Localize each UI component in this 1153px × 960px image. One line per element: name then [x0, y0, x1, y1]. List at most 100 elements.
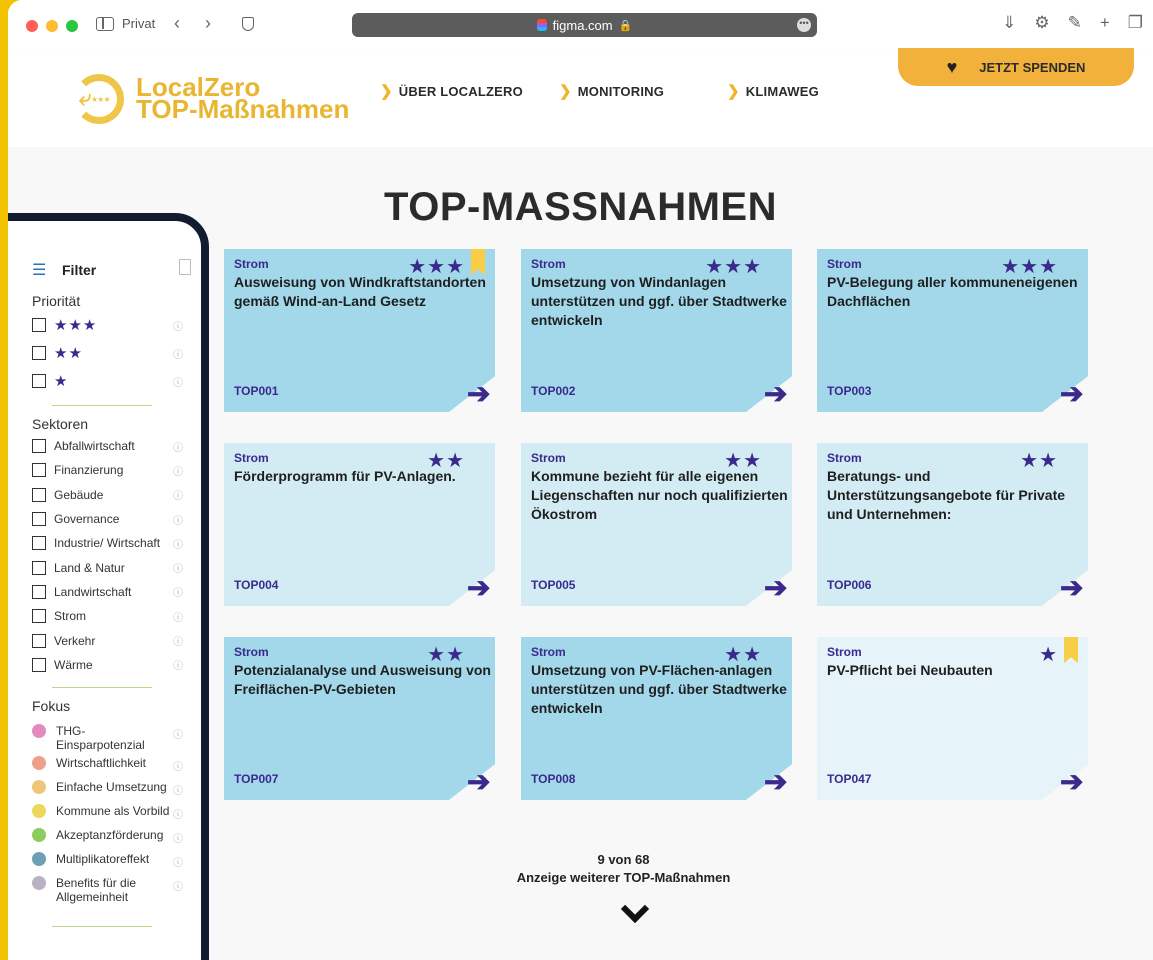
back-icon[interactable]: ‹ — [174, 13, 180, 34]
checkbox[interactable] — [32, 439, 46, 454]
sector-option[interactable]: Governance ⓘ — [32, 507, 201, 531]
info-icon[interactable]: ⓘ — [173, 439, 183, 454]
checkbox[interactable] — [32, 584, 46, 599]
info-icon[interactable]: ⓘ — [173, 584, 183, 599]
trash-icon[interactable] — [179, 259, 191, 275]
sector-option[interactable]: Abfallwirtschaft ⓘ — [32, 434, 201, 458]
sector-option[interactable]: Strom ⓘ — [32, 604, 201, 628]
focus-color-dot[interactable] — [32, 755, 46, 770]
priority-option[interactable]: ★★★ ⓘ — [32, 311, 201, 339]
focus-color-dot[interactable] — [32, 851, 46, 866]
maximize-window-button[interactable] — [66, 20, 78, 32]
bookmark-icon[interactable] — [471, 249, 485, 275]
priority-option[interactable]: ★★ ⓘ — [32, 339, 201, 367]
bookmark-icon[interactable] — [1064, 637, 1078, 663]
info-icon[interactable]: ⓘ — [173, 560, 183, 575]
nav-link-monitoring[interactable]: ❯ MONITORING — [559, 82, 664, 100]
focus-option[interactable]: Benefits für die Allgemeinheit ⓘ — [32, 872, 201, 904]
address-bar[interactable]: figma.com 🔒 ••• — [352, 13, 817, 37]
measure-card[interactable]: Strom Beratungs- und Unterstützungsangebo… — [817, 443, 1088, 606]
sidebar-toggle-icon[interactable] — [96, 17, 114, 31]
checkbox[interactable] — [32, 633, 46, 648]
info-icon[interactable]: ⓘ — [173, 536, 183, 551]
privacy-shield-icon[interactable] — [242, 17, 254, 31]
arrow-right-icon[interactable]: ➔ — [1060, 765, 1083, 798]
measure-card[interactable]: Strom PV-Pflicht bei Neubauten TOP047 ★ — [817, 637, 1088, 800]
checkbox[interactable] — [32, 657, 46, 672]
sector-option[interactable]: Finanzierung ⓘ — [32, 458, 201, 482]
arrow-right-icon[interactable]: ➔ — [1060, 377, 1083, 410]
measure-card[interactable]: Strom Umsetzung von PV-Flächen-anlagen un… — [521, 637, 792, 800]
minimize-window-button[interactable] — [46, 20, 58, 32]
focus-option[interactable]: Akzeptanzförderung ⓘ — [32, 824, 201, 848]
arrow-right-icon[interactable]: ➔ — [764, 377, 787, 410]
new-tab-plus-icon[interactable]: + — [1100, 13, 1110, 33]
focus-option[interactable]: Wirtschaftlichkeit ⓘ — [32, 752, 201, 776]
profile-label[interactable]: Privat — [122, 16, 155, 31]
focus-option[interactable]: Multiplikatoreffekt ⓘ — [32, 848, 201, 872]
checkbox[interactable] — [32, 463, 46, 478]
measure-card[interactable]: Strom Potenzialanalyse und Ausweisung von… — [224, 637, 495, 800]
info-icon[interactable]: ⓘ — [173, 512, 183, 527]
focus-color-dot[interactable] — [32, 827, 46, 842]
info-icon[interactable]: ⓘ — [173, 318, 183, 333]
settings-gear-icon[interactable]: ⚙ — [1034, 13, 1049, 33]
info-icon[interactable]: ⓘ — [173, 830, 183, 845]
info-icon[interactable]: ⓘ — [173, 878, 183, 893]
focus-color-dot[interactable] — [32, 875, 46, 890]
donate-button[interactable]: ♥ JETZT SPENDEN — [898, 48, 1134, 86]
arrow-right-icon[interactable]: ➔ — [764, 571, 787, 604]
checkbox[interactable] — [32, 346, 46, 360]
checkbox[interactable] — [32, 560, 46, 575]
close-window-button[interactable] — [26, 20, 38, 32]
info-icon[interactable]: ⓘ — [173, 346, 183, 361]
sector-option[interactable]: Gebäude ⓘ — [32, 483, 201, 507]
checkbox[interactable] — [32, 487, 46, 502]
logo-text[interactable]: LocalZero TOP-Maßnahmen — [136, 74, 349, 122]
checkbox[interactable] — [32, 374, 46, 388]
info-icon[interactable]: ⓘ — [173, 726, 183, 741]
focus-option[interactable]: Einfache Umsetzung ⓘ — [32, 776, 201, 800]
info-icon[interactable]: ⓘ — [173, 463, 183, 478]
focus-color-dot[interactable] — [32, 803, 46, 818]
checkbox[interactable] — [32, 536, 46, 551]
arrow-right-icon[interactable]: ➔ — [1060, 571, 1083, 604]
sector-option[interactable]: Wärme ⓘ — [32, 653, 201, 677]
localzero-logo-icon[interactable]: ⤶ ★★★ — [74, 74, 124, 124]
measure-card[interactable]: Strom Kommune bezieht für alle eigenen Li… — [521, 443, 792, 606]
info-icon[interactable]: ⓘ — [173, 374, 183, 389]
sector-option[interactable]: Verkehr ⓘ — [32, 628, 201, 652]
measure-card[interactable]: Strom PV-Belegung aller kommuneneigenen D… — [817, 249, 1088, 412]
info-icon[interactable]: ⓘ — [173, 633, 183, 648]
sector-option[interactable]: Landwirtschaft ⓘ — [32, 580, 201, 604]
priority-option[interactable]: ★ ⓘ — [32, 367, 201, 395]
checkbox[interactable] — [32, 318, 46, 332]
sector-option[interactable]: Industrie/ Wirtschaft ⓘ — [32, 531, 201, 555]
focus-color-dot[interactable] — [32, 779, 46, 794]
checkbox[interactable] — [32, 609, 46, 624]
measure-card[interactable]: Strom Umsetzung von Windanlagen unterstüt… — [521, 249, 792, 412]
info-icon[interactable]: ⓘ — [173, 758, 183, 773]
nav-link-about[interactable]: ❯ ÜBER LOCALZERO — [380, 82, 523, 100]
arrow-right-icon[interactable]: ➔ — [467, 571, 490, 604]
info-icon[interactable]: ⓘ — [173, 806, 183, 821]
more-icon[interactable]: ••• — [797, 18, 811, 32]
info-icon[interactable]: ⓘ — [173, 782, 183, 797]
info-icon[interactable]: ⓘ — [173, 609, 183, 624]
tab-overview-icon[interactable]: ❐ — [1128, 13, 1143, 33]
download-icon[interactable]: ⇓ — [1002, 13, 1016, 33]
edit-icon[interactable]: ✎ — [1068, 13, 1082, 33]
measure-card[interactable]: Strom Ausweisung von Windkraftstandorten … — [224, 249, 495, 412]
forward-icon[interactable]: › — [205, 13, 211, 34]
focus-option[interactable]: THG-Einsparpotenzial ⓘ — [32, 720, 201, 752]
measure-card[interactable]: Strom Förderprogramm für PV-Anlagen. TOP00… — [224, 443, 495, 606]
sector-option[interactable]: Land & Natur ⓘ — [32, 555, 201, 579]
filter-sliders-icon[interactable]: ☰ — [32, 260, 62, 280]
info-icon[interactable]: ⓘ — [173, 854, 183, 869]
arrow-right-icon[interactable]: ➔ — [467, 377, 490, 410]
nav-link-klimaweg[interactable]: ❯ KLIMAWEG — [727, 82, 819, 100]
chevron-down-icon[interactable] — [622, 899, 648, 925]
info-icon[interactable]: ⓘ — [173, 487, 183, 502]
checkbox[interactable] — [32, 512, 46, 527]
arrow-right-icon[interactable]: ➔ — [764, 765, 787, 798]
